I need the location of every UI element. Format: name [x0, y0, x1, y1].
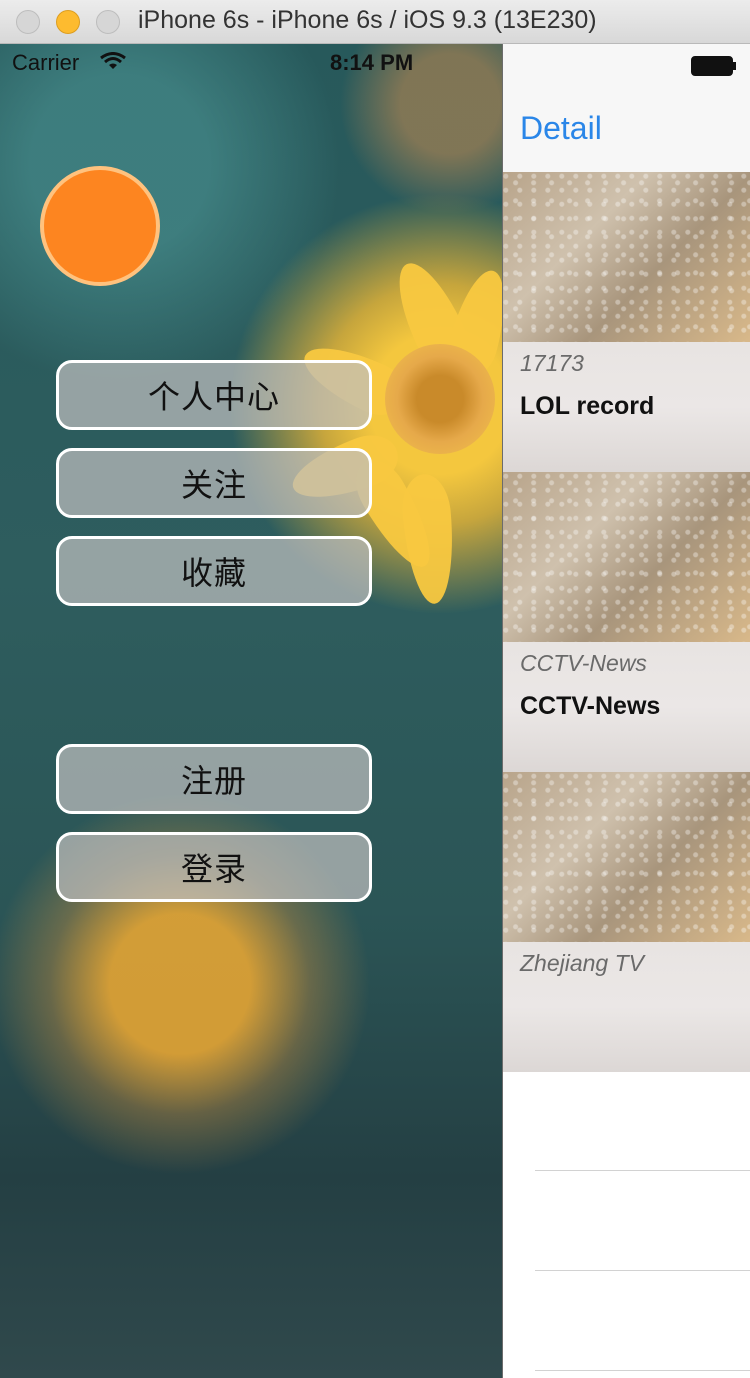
news-cell-image	[503, 772, 750, 942]
follow-button[interactable]: 关注	[56, 448, 372, 518]
avatar[interactable]	[40, 166, 160, 286]
detail-pane: Detail 17173 LOL record CCTV-News CCTV-N…	[502, 44, 750, 1378]
login-button[interactable]: 登录	[56, 832, 372, 902]
news-cell[interactable]: CCTV-News CCTV-News	[503, 472, 750, 772]
carrier-label: Carrier	[12, 50, 80, 75]
navigation-bar: Detail	[503, 44, 750, 173]
minimize-window-button[interactable]	[56, 10, 80, 34]
news-source: Zhejiang TV	[520, 950, 645, 976]
news-cell[interactable]: Zhejiang TV	[503, 772, 750, 1072]
table-separator	[535, 1170, 750, 1171]
battery-icon	[691, 56, 736, 76]
status-time: 8:14 PM	[330, 50, 414, 75]
news-cell[interactable]: 17173 LOL record	[503, 172, 750, 472]
flower-center	[385, 344, 495, 454]
register-button[interactable]: 注册	[56, 744, 372, 814]
news-cell-image	[503, 172, 750, 342]
wifi-icon	[100, 52, 126, 69]
simulator-title-bar: iPhone 6s - iPhone 6s / iOS 9.3 (13E230)	[0, 0, 750, 44]
news-source: CCTV-News	[520, 650, 647, 676]
nav-title[interactable]: Detail	[520, 110, 602, 147]
news-title: LOL record	[520, 392, 655, 420]
profile-center-button[interactable]: 个人中心	[56, 360, 372, 430]
news-source: 17173	[520, 350, 584, 376]
table-separator	[535, 1370, 750, 1371]
window-title: iPhone 6s - iPhone 6s / iOS 9.3 (13E230)	[138, 6, 597, 34]
table-separator	[535, 1270, 750, 1271]
news-cell-image	[503, 472, 750, 642]
news-title: CCTV-News	[520, 692, 661, 720]
close-window-button[interactable]	[16, 10, 40, 34]
side-menu: Carrier 8:14 PM 个人中心 关注 收藏 注册 登录	[0, 44, 502, 1378]
zoom-window-button[interactable]	[96, 10, 120, 34]
favorites-button[interactable]: 收藏	[56, 536, 372, 606]
